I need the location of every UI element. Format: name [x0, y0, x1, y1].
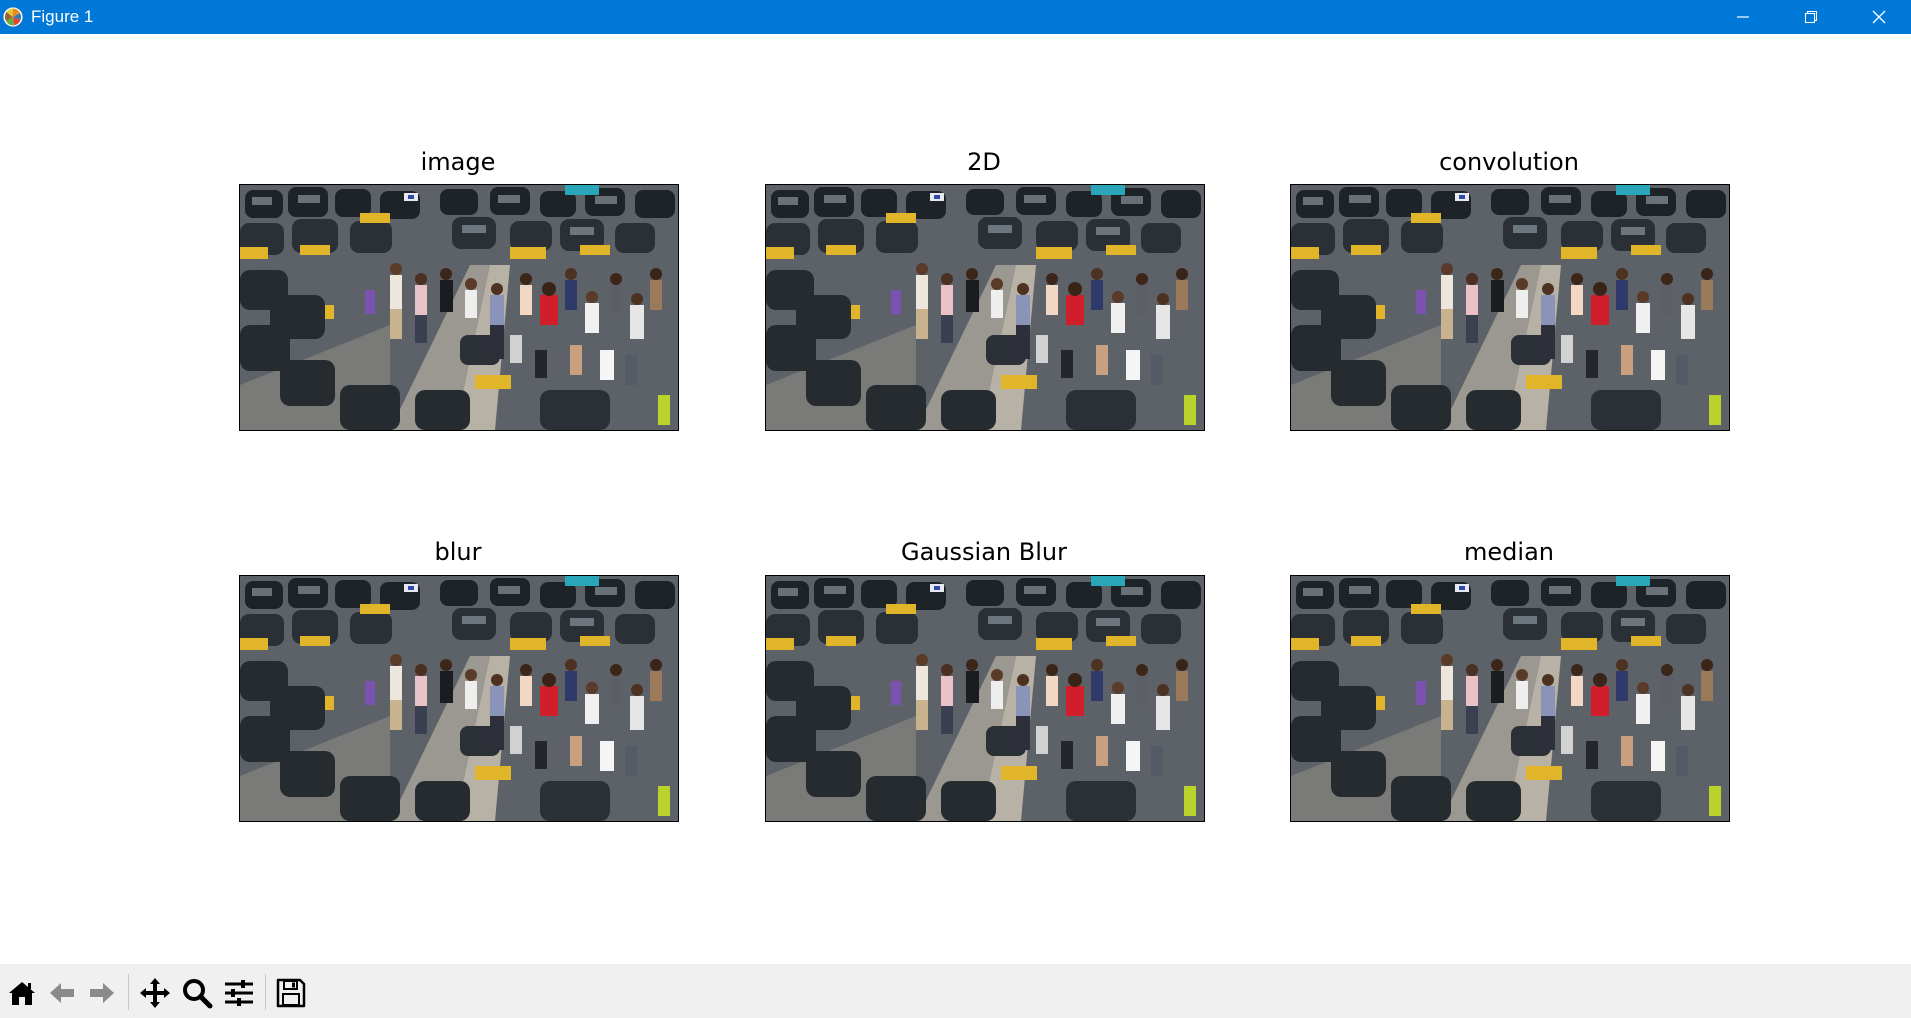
- subplot-2d-axes[interactable]: [765, 184, 1205, 431]
- restore-button[interactable]: [1777, 0, 1845, 34]
- zoom-button[interactable]: [179, 975, 215, 1011]
- configure-subplots-icon: [225, 980, 253, 1006]
- minimize-icon: [1737, 16, 1749, 18]
- title-bar[interactable]: Figure 1: [0, 0, 1911, 34]
- subplot-convolution-axes[interactable]: [1290, 184, 1730, 431]
- subplot-title-gaussian-blur: Gaussian Blur: [901, 538, 1067, 566]
- subplot-image-axes[interactable]: [239, 184, 679, 431]
- forward-icon: [90, 983, 114, 1003]
- home-button[interactable]: [4, 975, 40, 1011]
- image-panel: [240, 185, 678, 430]
- subplot-gaussian-blur-axes[interactable]: [765, 575, 1205, 822]
- subplot-title-blur: blur: [434, 538, 482, 566]
- subplot-median-axes[interactable]: [1290, 575, 1730, 822]
- restore-icon: [1804, 10, 1818, 24]
- window-title: Figure 1: [31, 7, 94, 26]
- subplot-blur-axes[interactable]: [239, 575, 679, 822]
- figure-canvas[interactable]: image 2D convolution blur Gaussian Blur …: [0, 34, 1911, 964]
- save-icon: [276, 978, 306, 1008]
- toolbar-separator: [265, 974, 266, 1010]
- configure-subplots-button[interactable]: [221, 975, 257, 1011]
- forward-button[interactable]: [84, 975, 120, 1011]
- zoom-icon: [183, 979, 213, 1009]
- close-icon: [1872, 10, 1886, 24]
- image-panel: [766, 185, 1204, 430]
- back-button[interactable]: [44, 975, 80, 1011]
- image-panel: [240, 576, 678, 821]
- subplot-title-convolution: convolution: [1439, 148, 1579, 176]
- subplot-title-2d: 2D: [967, 148, 1001, 176]
- image-panel: [766, 576, 1204, 821]
- pan-button[interactable]: [137, 975, 173, 1011]
- navigation-toolbar: [0, 964, 1911, 1018]
- close-button[interactable]: [1845, 0, 1911, 34]
- toolbar-separator: [128, 974, 129, 1010]
- back-icon: [50, 983, 74, 1003]
- pan-icon: [140, 978, 170, 1008]
- matplotlib-logo-icon: [3, 7, 23, 27]
- subplot-title-median: median: [1464, 538, 1554, 566]
- save-button[interactable]: [273, 975, 309, 1011]
- home-icon: [9, 982, 35, 1005]
- figure-window: Figure 1 image 2D convolution blur Gauss…: [0, 0, 1911, 1018]
- minimize-button[interactable]: [1709, 0, 1777, 34]
- subplot-title-image: image: [420, 148, 496, 176]
- image-panel: [1291, 576, 1729, 821]
- image-panel: [1291, 185, 1729, 430]
